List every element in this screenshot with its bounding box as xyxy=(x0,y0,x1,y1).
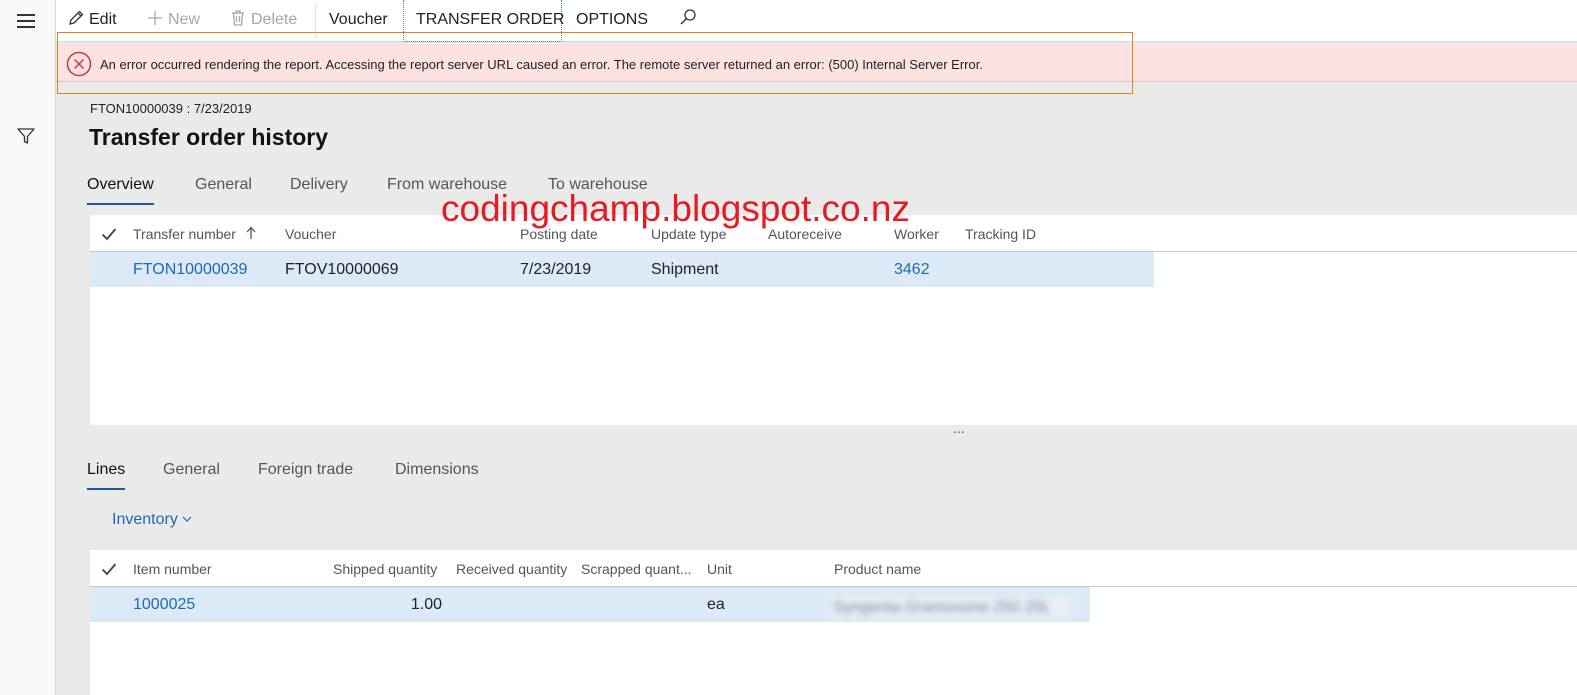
tab-foreign-trade[interactable]: Foreign trade xyxy=(258,461,353,479)
posting-date-cell: 7/23/2019 xyxy=(520,261,592,278)
column-header-item-number[interactable]: Item number xyxy=(133,561,212,577)
options-label: OPTIONS xyxy=(576,11,649,28)
column-header-voucher[interactable]: Voucher xyxy=(285,226,336,242)
item-number-link[interactable]: 1000025 xyxy=(133,596,195,614)
tab-dimensions[interactable]: Dimensions xyxy=(395,461,479,479)
error-message: An error occurred rendering the report. … xyxy=(100,57,983,72)
voucher-label: Voucher xyxy=(329,11,388,28)
pane-splitter[interactable]: ... xyxy=(953,420,965,436)
worker-link[interactable]: 3462 xyxy=(894,261,930,279)
column-header-unit[interactable]: Unit xyxy=(707,561,732,577)
select-all-check-icon[interactable] xyxy=(101,562,117,576)
pencil-icon xyxy=(69,10,84,25)
edit-label: Edit xyxy=(89,11,117,28)
voucher-cell: FTOV10000069 xyxy=(285,261,399,278)
sort-ascending-icon xyxy=(246,226,256,239)
product-name-text: Syngenta Gramoxone 250 20L xyxy=(833,599,1051,616)
delete-label: Delete xyxy=(251,11,298,28)
lines-grid: Item number Shipped quantity Received qu… xyxy=(90,550,1577,695)
unit-cell: ea xyxy=(707,596,725,613)
column-label: Transfer number xyxy=(133,226,236,242)
new-label: New xyxy=(168,11,201,28)
chevron-down-icon xyxy=(182,516,192,522)
transfer-number-link[interactable]: FTON10000039 xyxy=(133,261,247,279)
page-title: Transfer order history xyxy=(89,124,329,150)
table-row[interactable]: FTON10000039 FTOV10000069 7/23/2019 Ship… xyxy=(90,252,1154,287)
tab-lines[interactable]: Lines xyxy=(87,461,126,490)
search-icon xyxy=(680,9,696,25)
column-header-transfer-number[interactable]: Transfer number xyxy=(133,226,257,242)
select-all-check-icon[interactable] xyxy=(101,227,117,241)
column-header-product-name[interactable]: Product name xyxy=(834,561,921,577)
tab-lines-general[interactable]: General xyxy=(163,461,220,479)
tab-overview[interactable]: Overview xyxy=(87,176,154,205)
error-icon xyxy=(66,51,92,77)
grid-header: Item number Shipped quantity Received qu… xyxy=(90,550,1577,587)
inventory-label: Inventory xyxy=(112,511,178,528)
filter-icon[interactable] xyxy=(16,126,36,146)
product-name-cell-redacted: Syngenta Gramoxone 250 20L xyxy=(830,596,1072,620)
transfer-order-label: TRANSFER ORDER xyxy=(416,11,565,28)
record-caption: FTON10000039 : 7/23/2019 xyxy=(90,101,252,116)
watermark: codingchamp.blogspot.co.nz xyxy=(441,188,910,229)
column-header-tracking-id[interactable]: Tracking ID xyxy=(965,226,1036,242)
shipped-quantity-cell: 1.00 xyxy=(410,596,442,613)
column-header-received-quantity[interactable]: Received quantity xyxy=(456,561,567,577)
tab-general[interactable]: General xyxy=(195,176,252,194)
plus-icon xyxy=(148,11,162,25)
hamburger-menu-icon[interactable] xyxy=(17,14,35,28)
history-grid: Transfer number Voucher Posting date Upd… xyxy=(90,215,1577,425)
inventory-menu-button[interactable]: Inventory xyxy=(112,511,192,529)
trash-icon xyxy=(232,10,244,26)
tab-delivery[interactable]: Delivery xyxy=(290,176,348,194)
column-header-scrapped-quantity[interactable]: Scrapped quant... xyxy=(581,561,692,577)
nav-rail xyxy=(0,0,56,695)
update-type-cell: Shipment xyxy=(651,261,719,278)
column-header-shipped-quantity[interactable]: Shipped quantity xyxy=(333,561,437,577)
